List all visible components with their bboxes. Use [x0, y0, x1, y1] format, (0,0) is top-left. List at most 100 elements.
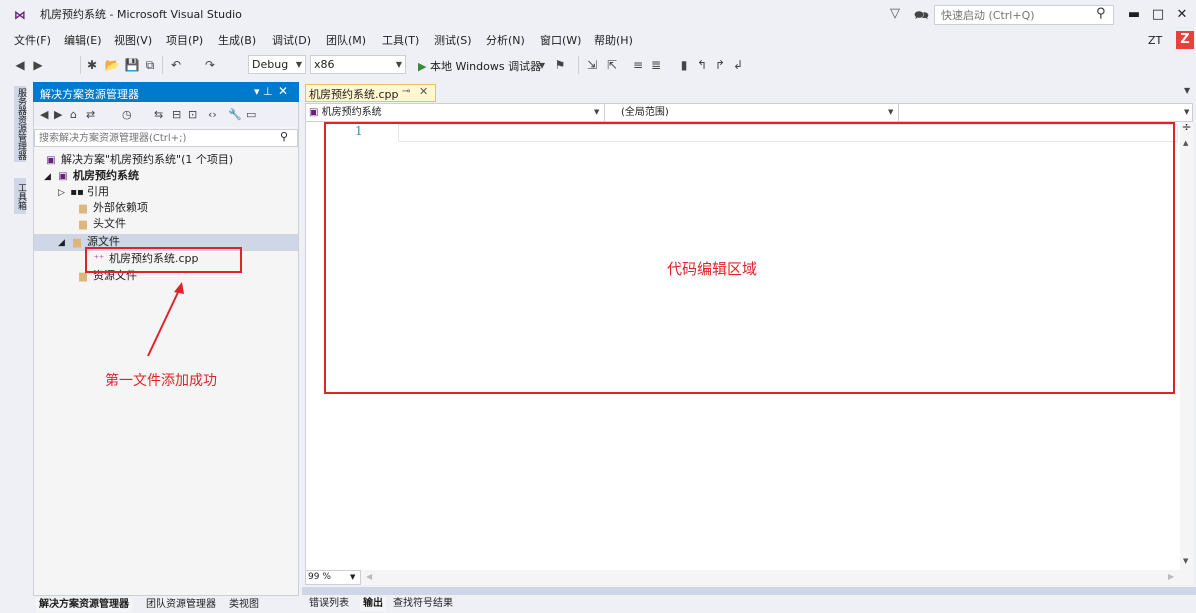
- forward-icon[interactable]: ▶: [54, 108, 62, 121]
- menu-file[interactable]: 文件(F): [14, 34, 51, 48]
- view-code-icon[interactable]: ‹›: [208, 108, 217, 121]
- feedback-icon[interactable]: 🗪: [914, 6, 929, 27]
- account-name[interactable]: ZT: [1148, 34, 1162, 47]
- tree-item-references[interactable]: ▷ ▪▪ 引用: [58, 184, 109, 201]
- properties-icon[interactable]: 🔧: [228, 108, 242, 121]
- menu-edit[interactable]: 编辑(E): [64, 34, 102, 48]
- menu-team[interactable]: 团队(M): [326, 34, 366, 48]
- tab-output[interactable]: 输出: [360, 597, 386, 611]
- collapse-all-icon[interactable]: ⊟: [172, 108, 181, 121]
- close-icon[interactable]: ✕: [419, 85, 428, 98]
- menu-analyze[interactable]: 分析(N): [486, 34, 525, 48]
- expanded-icon: ◢: [58, 238, 65, 248]
- menu-tools[interactable]: 工具(T): [382, 34, 419, 48]
- horizontal-scrollbar[interactable]: [305, 570, 1193, 585]
- minimize-button[interactable]: ▬: [1124, 5, 1144, 25]
- menu-test[interactable]: 测试(S): [434, 34, 472, 48]
- scroll-down-icon[interactable]: ▼: [1183, 557, 1188, 565]
- toolbox-tab[interactable]: 工具箱: [14, 178, 26, 214]
- save-all-icon[interactable]: ⧉: [142, 57, 158, 73]
- undo-icon[interactable]: ↶: [168, 57, 184, 73]
- next-bookmark-icon[interactable]: ↱: [712, 57, 728, 73]
- scroll-up-icon[interactable]: ▲: [1183, 139, 1188, 147]
- chevron-down-icon: ▼: [295, 60, 302, 69]
- menu-debug[interactable]: 调试(D): [272, 34, 311, 48]
- project-icon: ▣: [58, 171, 68, 182]
- vertical-scrollbar[interactable]: [1180, 122, 1193, 570]
- redo-icon[interactable]: ↷: [202, 57, 218, 73]
- clear-bookmarks-icon[interactable]: ↲: [730, 57, 746, 73]
- menu-view[interactable]: 视图(V): [114, 34, 152, 48]
- window-title: 机房预约系统 - Microsoft Visual Studio: [40, 8, 242, 21]
- editor-annotation-label: 代码编辑区域: [667, 260, 758, 278]
- server-explorer-tab[interactable]: 服务器资源管理器: [14, 86, 26, 162]
- solution-search-input[interactable]: [35, 130, 265, 146]
- nav-scope-select[interactable]: (全局范围): [605, 104, 899, 121]
- tab-error-list[interactable]: 错误列表: [306, 597, 352, 611]
- solution-config-select[interactable]: Debug ▼: [248, 55, 306, 74]
- solution-search-box[interactable]: [34, 129, 298, 147]
- chevron-down-icon: ▼: [1184, 108, 1190, 116]
- switch-views-icon[interactable]: ⇄: [86, 108, 95, 121]
- navigate-back-icon[interactable]: ◀: [12, 57, 28, 73]
- editor-tab-label[interactable]: 机房预约系统.cpp: [309, 86, 399, 102]
- uncomment-icon[interactable]: ≣: [648, 57, 664, 73]
- search-icon[interactable]: ⚲: [280, 130, 288, 143]
- account-avatar[interactable]: Z: [1176, 31, 1194, 49]
- tab-solution-explorer[interactable]: 解决方案资源管理器: [36, 598, 132, 612]
- tree-item-solution[interactable]: ▣ 解决方案"机房预约系统"(1 个项目): [44, 152, 233, 169]
- prev-bookmark-icon[interactable]: ↰: [694, 57, 710, 73]
- open-file-icon[interactable]: 📂: [104, 57, 120, 73]
- close-icon[interactable]: ✕: [278, 84, 288, 98]
- pending-changes-icon[interactable]: ◷: [122, 108, 132, 121]
- quick-launch-box[interactable]: [934, 5, 1114, 25]
- pin-icon[interactable]: ⊸: [402, 86, 410, 97]
- navigate-forward-icon[interactable]: ▶: [30, 57, 46, 73]
- bookmark-icon[interactable]: ▮: [676, 57, 692, 73]
- search-icon[interactable]: ⚲: [1096, 6, 1106, 21]
- menu-window[interactable]: 窗口(W): [540, 34, 581, 48]
- pin-icon[interactable]: ▾ ⊥: [254, 85, 273, 98]
- chevron-down-icon: ▼: [395, 60, 402, 69]
- preview-icon[interactable]: ▭: [246, 108, 256, 121]
- menu-help[interactable]: 帮助(H): [594, 34, 633, 48]
- browser-link-icon[interactable]: ⚑: [552, 57, 568, 73]
- scroll-left-icon[interactable]: ◀: [366, 572, 372, 581]
- maximize-button[interactable]: □: [1148, 5, 1168, 25]
- tree-item-header-files[interactable]: ▆ 头文件: [76, 216, 126, 233]
- start-debugger-button[interactable]: ▶ 本地 Windows 调试器: [418, 58, 541, 74]
- comment-icon[interactable]: ≡: [630, 57, 646, 73]
- step-icon[interactable]: ⇲: [584, 57, 600, 73]
- tab-class-view[interactable]: 类视图: [226, 598, 262, 612]
- scroll-right-icon[interactable]: ▶: [1168, 572, 1174, 581]
- split-window-icon[interactable]: ÷: [1180, 121, 1193, 135]
- back-icon[interactable]: ◀: [40, 108, 48, 121]
- chevron-down-icon[interactable]: ▼: [1184, 86, 1190, 95]
- chevron-down-icon[interactable]: ▼: [350, 573, 355, 581]
- panel-divider[interactable]: [302, 587, 1196, 595]
- nav-project-select[interactable]: ▣ 机房预约系统: [305, 104, 605, 121]
- close-window-button[interactable]: ✕: [1172, 5, 1192, 25]
- quick-launch-input[interactable]: [935, 6, 1085, 24]
- home-icon[interactable]: ⌂: [70, 108, 77, 121]
- chevron-down-icon[interactable]: ▾: [534, 57, 550, 73]
- new-project-icon[interactable]: ✱: [84, 57, 100, 73]
- toolbar-separator: [578, 56, 579, 74]
- menu-project[interactable]: 项目(P): [166, 34, 203, 48]
- filter-icon[interactable]: ▽: [890, 6, 904, 22]
- tree-item-label: 机房预约系统: [73, 169, 139, 182]
- tab-find-symbol-results[interactable]: 查找符号结果: [390, 597, 456, 611]
- menu-build[interactable]: 生成(B): [218, 34, 256, 48]
- tree-item-label: 头文件: [93, 217, 126, 230]
- platform-select[interactable]: x86 ▼: [310, 55, 406, 74]
- sync-icon[interactable]: ⇆: [154, 108, 163, 121]
- show-all-files-icon[interactable]: ⊡: [188, 108, 197, 121]
- tree-item-external-deps[interactable]: ▆ 外部依赖项: [76, 200, 148, 217]
- save-icon[interactable]: 💾: [124, 57, 140, 73]
- nav-member-select[interactable]: [899, 104, 1193, 121]
- tree-item-project[interactable]: ◢ ▣ 机房预约系统: [44, 168, 139, 185]
- platform-value: x86: [314, 58, 335, 71]
- tab-team-explorer[interactable]: 团队资源管理器: [143, 598, 219, 612]
- references-icon: ▪▪: [70, 187, 84, 198]
- format-icon[interactable]: ⇱: [604, 57, 620, 73]
